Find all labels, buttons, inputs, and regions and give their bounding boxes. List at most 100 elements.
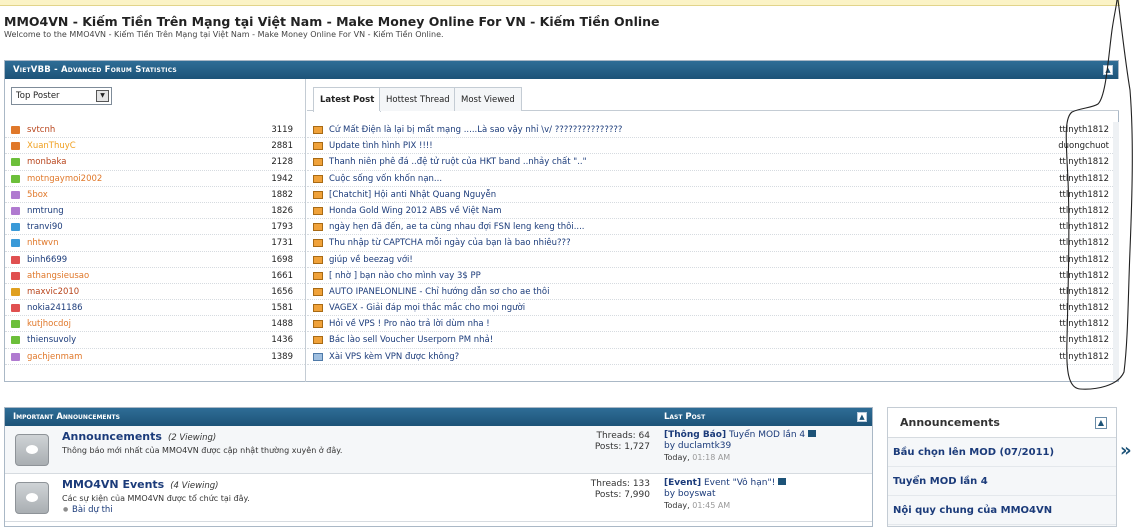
double-chevron-right-icon[interactable]: » xyxy=(1120,440,1132,461)
forum-title[interactable]: MMO4VN Events (4 Viewing) xyxy=(62,478,218,491)
post-author[interactable]: ttlnyth1812 xyxy=(1059,300,1109,316)
post-title[interactable]: Cứ Mất Điện là lại bị mất mạng .....Là s… xyxy=(329,122,622,138)
thread-folder-icon xyxy=(313,158,323,167)
last-post-author[interactable]: by boyswat xyxy=(664,489,864,500)
last-post-title[interactable]: Event "Vô hạn"! xyxy=(704,478,775,488)
poster-name[interactable]: thiensuvoly xyxy=(27,332,76,348)
top-notice-bar xyxy=(0,0,1120,6)
last-post-prefix[interactable]: [Thông Báo] xyxy=(664,430,726,440)
post-author[interactable]: ttlnyth1812 xyxy=(1059,154,1109,170)
forum-name[interactable]: Announcements xyxy=(62,430,162,443)
post-row: [Chatchit] Hội anti Nhật Quang Nguyễn ttl… xyxy=(307,187,1113,203)
post-author[interactable]: ttlnyth1812 xyxy=(1059,316,1109,332)
collapse-icon[interactable]: ▲ xyxy=(1103,65,1113,75)
forum-posts: Posts: 7,990 xyxy=(594,490,650,500)
poster-count: 1882 xyxy=(271,189,293,200)
post-title[interactable]: ngày hẹn đã đến, ae ta cùng nhau đợi FSN… xyxy=(329,219,585,235)
scrollbar[interactable] xyxy=(1113,122,1119,380)
post-author[interactable]: duongchuot xyxy=(1058,138,1109,154)
user-rank-icon xyxy=(11,255,20,264)
select-value: Top Poster xyxy=(16,91,60,101)
poster-row: gachjenmam 1389 xyxy=(5,349,305,365)
poster-count: 1826 xyxy=(271,205,293,216)
forum-title[interactable]: Announcements (2 Viewing) xyxy=(62,430,216,443)
poster-name[interactable]: binh6699 xyxy=(27,252,67,268)
tab-latest-post[interactable]: Latest Post xyxy=(313,87,382,112)
thread-folder-icon xyxy=(313,174,323,183)
forum-viewing: (4 Viewing) xyxy=(170,481,219,491)
post-title[interactable]: VAGEX - Giải đáp mọi thắc mắc cho mọi ng… xyxy=(329,300,525,316)
post-row: [ nhờ ] bạn nào cho mình vay 3$ PP ttlnyt… xyxy=(307,268,1113,284)
poster-name[interactable]: athangsieusao xyxy=(27,268,89,284)
post-title[interactable]: [ nhờ ] bạn nào cho mình vay 3$ PP xyxy=(329,268,481,284)
poster-name[interactable]: motngaymoi2002 xyxy=(27,171,102,187)
last-post-title[interactable]: Tuyển MOD lần 4 xyxy=(729,430,805,440)
sidebar-item-mod-vote[interactable]: Bầu chọn lên MOD (07/2011) xyxy=(888,438,1116,467)
poster-name[interactable]: 5box xyxy=(27,187,48,203)
post-row: Xài VPS kèm VPN được không? ttlnyth1812 xyxy=(307,349,1113,365)
post-author[interactable]: ttlnyth1812 xyxy=(1059,349,1109,365)
post-title[interactable]: Bác lào sell Voucher Userporn PM nhả! xyxy=(329,332,493,348)
poster-row: thiensuvoly 1436 xyxy=(5,332,305,349)
sidebar-item-rules[interactable]: Nội quy chung của MMO4VN xyxy=(888,496,1116,525)
post-title[interactable]: Honda Gold Wing 2012 ABS về Việt Nam xyxy=(329,203,502,219)
post-title[interactable]: Xài VPS kèm VPN được không? xyxy=(329,349,459,365)
thread-folder-icon xyxy=(313,352,323,361)
poster-name[interactable]: XuanThuyC xyxy=(27,138,76,154)
tab-hottest-thread[interactable]: Hottest Thread xyxy=(379,87,457,111)
post-author[interactable]: ttlnyth1812 xyxy=(1059,235,1109,251)
poster-count: 1389 xyxy=(271,351,293,362)
post-title[interactable]: Cuộc sống vốn khốn nạn... xyxy=(329,171,442,187)
poster-count: 1942 xyxy=(271,173,293,184)
post-author[interactable]: ttlnyth1812 xyxy=(1059,203,1109,219)
post-author[interactable]: ttlnyth1812 xyxy=(1059,122,1109,138)
collapse-icon[interactable]: ▲ xyxy=(857,412,867,422)
sidebar-header: Announcements ▲ xyxy=(888,408,1116,438)
collapse-icon[interactable]: ▲ xyxy=(1095,417,1107,429)
last-post-prefix[interactable]: [Event] xyxy=(664,478,701,488)
post-author[interactable]: ttlnyth1812 xyxy=(1059,171,1109,187)
post-title[interactable]: Hỏi về VPS ! Pro nào trả lời dùm nha ! xyxy=(329,316,490,332)
post-title[interactable]: giúp về beezag với! xyxy=(329,252,413,268)
post-title[interactable]: Thu nhập từ CAPTCHA mỗi ngày của bạn là … xyxy=(329,235,571,251)
post-author[interactable]: ttlnyth1812 xyxy=(1059,284,1109,300)
chevron-down-icon[interactable]: ▼ xyxy=(96,90,109,102)
post-title[interactable]: [Chatchit] Hội anti Nhật Quang Nguyễn xyxy=(329,187,496,203)
poster-name[interactable]: kutjhocdoj xyxy=(27,316,71,332)
go-to-post-icon[interactable] xyxy=(808,430,817,437)
poster-name[interactable]: maxvic2010 xyxy=(27,284,79,300)
last-post-author[interactable]: by duclamtk39 xyxy=(664,441,864,452)
post-title[interactable]: Update tình hình PIX !!!! xyxy=(329,138,433,154)
poster-name[interactable]: gachjenmam xyxy=(27,349,82,365)
poster-name[interactable]: monbaka xyxy=(27,154,66,170)
user-rank-icon xyxy=(11,239,20,248)
poster-name[interactable]: nhtwvn xyxy=(27,235,58,251)
poster-name[interactable]: nokia241186 xyxy=(27,300,83,316)
post-title[interactable]: Thanh niên phê đá ..đệ tử ruột của HKT b… xyxy=(329,154,587,170)
poster-count: 1581 xyxy=(271,303,293,314)
top-poster-select[interactable]: Top Poster ▼ xyxy=(11,87,112,105)
go-to-post-icon[interactable] xyxy=(778,478,787,485)
post-row: Cuộc sống vốn khốn nạn... ttlnyth1812 xyxy=(307,171,1113,187)
thread-folder-icon xyxy=(313,320,323,329)
subforum-link[interactable]: Bài dự thi xyxy=(63,505,113,515)
poster-name[interactable]: svtcnh xyxy=(27,122,55,138)
post-author[interactable]: ttlnyth1812 xyxy=(1059,187,1109,203)
tab-most-viewed[interactable]: Most Viewed xyxy=(454,87,522,111)
poster-row: nhtwvn 1731 xyxy=(5,235,305,252)
poster-count: 3119 xyxy=(271,125,293,135)
post-title[interactable]: AUTO IPANELONLINE - Chỉ hướng dẫn sơ cho… xyxy=(329,284,549,300)
post-author[interactable]: ttlnyth1812 xyxy=(1059,332,1109,348)
forum-status-icon xyxy=(15,434,49,466)
poster-name[interactable]: tranvi90 xyxy=(27,219,63,235)
post-author[interactable]: ttlnyth1812 xyxy=(1059,252,1109,268)
user-rank-icon xyxy=(11,158,20,167)
post-row: VAGEX - Giải đáp mọi thắc mắc cho mọi ng… xyxy=(307,300,1113,317)
post-author[interactable]: ttlnyth1812 xyxy=(1059,268,1109,284)
user-rank-icon xyxy=(11,352,20,361)
sidebar-item-recruit-mod[interactable]: Tuyển MOD lần 4 xyxy=(888,467,1116,496)
poster-name[interactable]: nmtrung xyxy=(27,203,64,219)
post-author[interactable]: ttlnyth1812 xyxy=(1059,219,1109,235)
forum-name[interactable]: MMO4VN Events xyxy=(62,478,164,491)
poster-row: tranvi90 1793 xyxy=(5,219,305,236)
